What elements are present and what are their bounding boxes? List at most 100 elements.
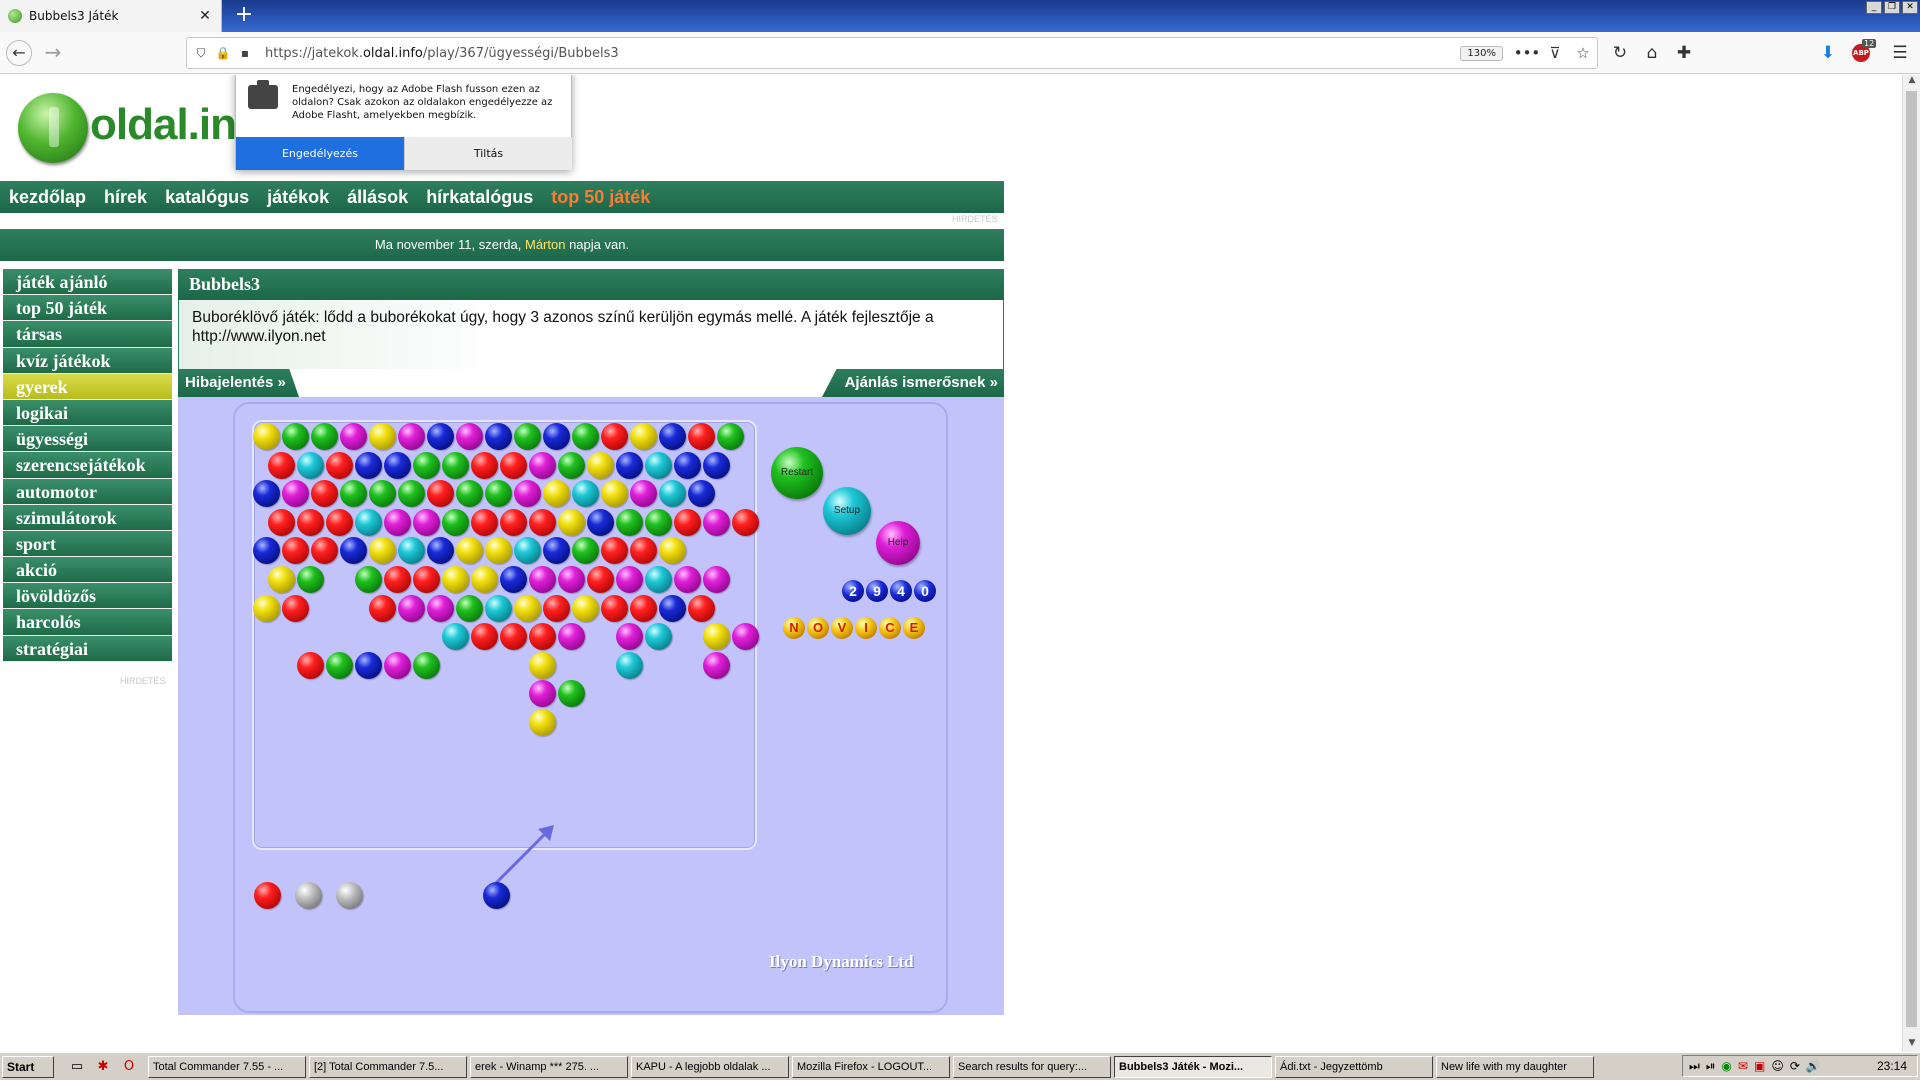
site-logo-text[interactable]: oldal.in (90, 100, 237, 150)
nav-catalog[interactable]: katalógus (165, 187, 249, 208)
user-icon[interactable]: ☺ (1771, 1059, 1784, 1073)
page-viewport: oldal.in Engedélyezi, hogy az Adobe Flas… (0, 75, 1902, 1052)
task-firefox-logout[interactable]: Mozilla Firefox - LOGOUT... (792, 1055, 950, 1078)
sidebar-item-strategy[interactable]: stratégiai (3, 635, 172, 662)
tab-strip: Bubbels3 Játék ✕ + _ ❐ ✕ (0, 0, 1920, 32)
browser-tab[interactable]: Bubbels3 Játék ✕ (0, 0, 222, 32)
plugin-icon[interactable]: ▪ (237, 46, 253, 60)
sidebar-item-kids[interactable]: gyerek (3, 373, 172, 400)
network-icon[interactable]: ◉ (1721, 1059, 1731, 1073)
security-icon[interactable]: ▣ (1754, 1059, 1765, 1073)
extensions-icon[interactable]: ✚ (1672, 42, 1696, 66)
close-tab-icon[interactable]: ✕ (197, 8, 213, 24)
bubble-cyan (659, 480, 686, 508)
sidebar-item-top50[interactable]: top 50 játék (3, 295, 172, 322)
bubble-green (485, 480, 512, 508)
zoom-indicator[interactable]: 130% (1460, 45, 1503, 61)
task-notepad[interactable]: Ádi.txt - Jegyzettömb (1275, 1055, 1433, 1078)
task-winamp[interactable]: erek - Winamp *** 275. ... (470, 1055, 628, 1078)
recommend-friend-link[interactable]: Ajánlás ismerősnek » (822, 369, 1004, 397)
sidebar-item-logic[interactable]: logikai (3, 399, 172, 427)
bubble-yellow (630, 423, 657, 450)
navigation-toolbar: ← → ⛉ 🔒 ▪ https://jatekok.oldal.info/pla… (0, 32, 1920, 74)
sidebar-item-board[interactable]: társas (3, 321, 172, 348)
nav-top50[interactable]: top 50 játék (551, 187, 650, 208)
sidebar-item-sport[interactable]: sport (3, 530, 172, 558)
bubble-blue (586, 508, 614, 536)
sidebar-item-recommend[interactable]: játék ajánló (3, 269, 172, 296)
media-next-icon[interactable]: ⏭ (1689, 1059, 1700, 1074)
sync-icon[interactable]: ⟳ (1790, 1059, 1800, 1073)
restore-button[interactable]: ❐ (1884, 1, 1900, 14)
nav-news-catalog[interactable]: hírkatalógus (426, 187, 533, 208)
back-button[interactable]: ← (6, 40, 32, 66)
bubble-yellow (528, 651, 556, 679)
nav-home[interactable]: kezdőlap (9, 187, 86, 208)
download-icon[interactable]: ⬇ (1816, 42, 1840, 66)
close-window-button[interactable]: ✕ (1902, 1, 1918, 14)
restart-button[interactable]: Restart (771, 447, 823, 499)
scroll-down-icon[interactable]: ▼ (1903, 1038, 1920, 1052)
task-new-life[interactable]: New life with my daughter (1436, 1055, 1594, 1078)
media-pause-icon[interactable]: ⏯ (1706, 1059, 1716, 1074)
sidebar-item-fighting[interactable]: harcolós (3, 609, 172, 636)
help-button[interactable]: Help (876, 521, 920, 565)
start-button[interactable]: Start (2, 1055, 54, 1078)
url-text[interactable]: https://jatekok.oldal.info/play/367/ügye… (265, 46, 1460, 61)
task-kapu[interactable]: KAPU - A legjobb oldalak ... (631, 1055, 789, 1078)
sidebar-item-quiz[interactable]: kvíz játékok (3, 347, 172, 374)
game-description: Buboréklövő játék: lődd a buborékokat úg… (178, 300, 1004, 372)
page-actions-icon[interactable]: ••• (1513, 44, 1541, 62)
sidebar-item-simulators[interactable]: szimulátorok (3, 504, 172, 531)
minimize-button[interactable]: _ (1866, 1, 1882, 14)
sidebar-item-action[interactable]: akció (3, 557, 172, 584)
sidebar-item-shooter[interactable]: lövöldözős (3, 583, 172, 610)
abp-count-badge: 12 (1862, 39, 1877, 48)
aim-arrow-icon[interactable] (480, 813, 560, 893)
report-bug-link[interactable]: Hibajelentés » (178, 369, 299, 397)
nav-news[interactable]: hírek (104, 187, 147, 208)
task-search-results[interactable]: Search results for query:... (953, 1055, 1111, 1078)
url-bar[interactable]: ⛉ 🔒 ▪ https://jatekok.oldal.info/play/36… (186, 37, 1598, 69)
bubble-red (499, 508, 527, 536)
bubble-green (572, 423, 599, 450)
deny-flash-button[interactable]: Tiltás (404, 137, 572, 170)
score-display: 2 9 4 0 (842, 580, 936, 602)
reload-icon[interactable]: ↻ (1608, 42, 1632, 66)
task-total-commander-2[interactable]: [2] Total Commander 7.5... (309, 1055, 467, 1078)
sidebar-item-skill[interactable]: ügyességi (3, 426, 172, 453)
bubble-red (499, 623, 527, 651)
app-launcher-icon[interactable]: ✱ (94, 1058, 112, 1076)
scroll-thumb[interactable] (1906, 91, 1917, 1027)
sidebar-item-motor[interactable]: automotor (3, 478, 172, 505)
forward-button[interactable]: → (40, 40, 66, 66)
bubble-magenta (282, 480, 309, 508)
new-tab-button[interactable]: + (232, 4, 256, 28)
nav-jobs[interactable]: állások (347, 187, 408, 208)
level-letter: V (831, 617, 853, 639)
bubble-yellow (543, 480, 570, 508)
bubble-red (427, 480, 454, 508)
pocket-icon[interactable]: ⊽ (1541, 44, 1569, 62)
developer-credit: Ilyon Dynamics Ltd (769, 952, 914, 971)
show-desktop-icon[interactable]: ▭ (68, 1058, 86, 1076)
opera-icon[interactable]: O (120, 1058, 138, 1076)
allow-flash-button[interactable]: Engedélyezés (236, 137, 404, 170)
bookmark-star-icon[interactable]: ☆ (1569, 44, 1597, 62)
scroll-up-icon[interactable]: ▲ (1903, 75, 1920, 89)
menu-icon[interactable]: ☰ (1888, 42, 1912, 66)
task-bubbels3[interactable]: Bubbels3 Játék - Mozi... (1114, 1055, 1272, 1078)
sidebar-item-gambling[interactable]: szerencsejátékok (3, 452, 172, 479)
setup-button[interactable]: Setup (823, 487, 871, 535)
lock-icon[interactable]: 🔒 (215, 46, 231, 60)
nav-games[interactable]: játékok (267, 187, 329, 208)
volume-icon[interactable]: 🔊 (1806, 1059, 1821, 1073)
tab-title: Bubbels3 Játék (29, 9, 119, 23)
page-scrollbar[interactable]: ▲ ▼ (1902, 75, 1920, 1052)
bubble-magenta (514, 480, 541, 508)
bubble-red (499, 451, 527, 479)
shield-icon[interactable]: ⛉ (193, 46, 209, 61)
task-total-commander-1[interactable]: Total Commander 7.55 - ... (148, 1055, 306, 1078)
mail-icon[interactable]: ✉ (1738, 1059, 1748, 1073)
home-icon[interactable]: ⌂ (1640, 42, 1664, 66)
